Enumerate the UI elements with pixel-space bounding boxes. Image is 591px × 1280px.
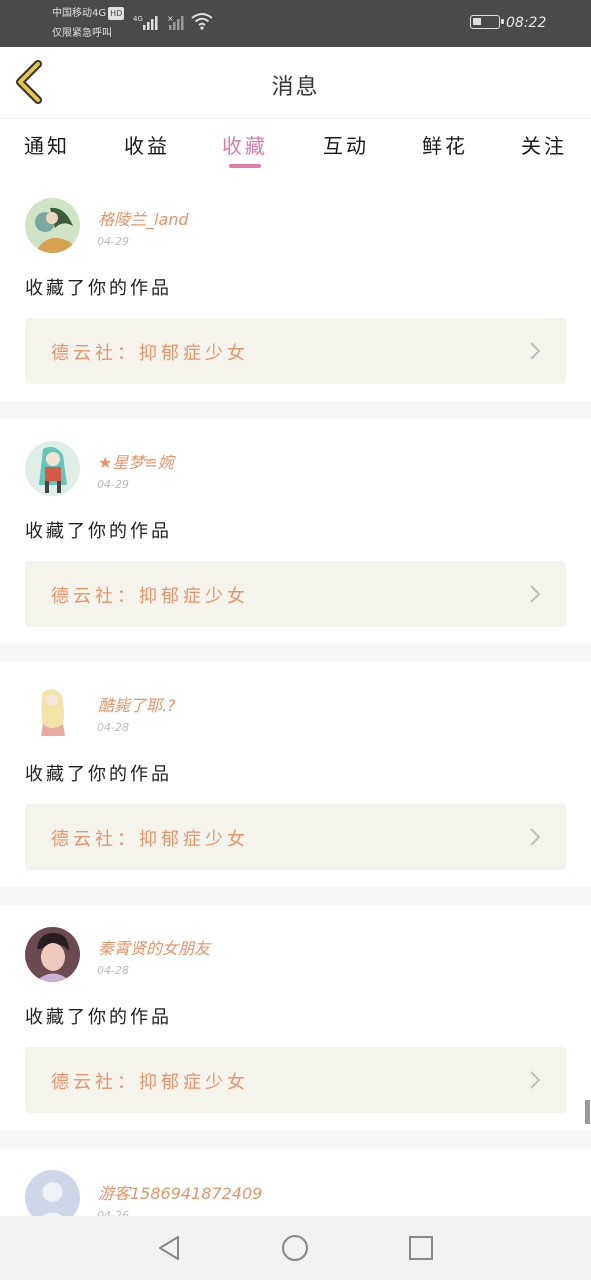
hd-badge: HD (108, 7, 125, 20)
chevron-right-icon (528, 826, 542, 852)
active-tab-indicator (229, 164, 261, 168)
battery-icon (470, 15, 504, 29)
tab-favorites[interactable]: 收藏 (222, 130, 268, 159)
network-type: 4G (133, 15, 143, 23)
scrollbar[interactable] (585, 1100, 590, 1124)
work-link[interactable]: 德云社：抑郁症少女 (25, 1047, 566, 1113)
action-text: 收藏了你的作品 (25, 521, 172, 542)
nav-home-icon[interactable] (281, 1234, 309, 1266)
work-title: 德云社：抑郁症少女 (51, 829, 249, 850)
username[interactable]: ★星梦≌婉 (98, 449, 174, 473)
action-text: 收藏了你的作品 (25, 278, 172, 299)
work-link[interactable]: 德云社：抑郁症少女 (25, 561, 566, 627)
divider (0, 644, 591, 662)
carrier-text: 中国移动4G HD (52, 7, 125, 20)
chevron-right-icon (528, 340, 542, 366)
avatar[interactable] (25, 927, 80, 982)
divider (0, 401, 591, 419)
timestamp: 04-29 (97, 478, 129, 491)
list-item: 酷毙了耶.? 04-28 收藏了你的作品 德云社：抑郁症少女 (0, 662, 591, 887)
tab-flowers[interactable]: 鲜花 (422, 130, 468, 159)
signal-icon: 4G × (133, 12, 185, 36)
tab-follows[interactable]: 关注 (521, 130, 567, 159)
divider (0, 1130, 591, 1148)
avatar[interactable] (25, 684, 80, 739)
page-title: 消息 (271, 75, 320, 100)
nav-back-icon[interactable] (156, 1234, 182, 1266)
username[interactable]: 格陵兰_land (98, 206, 189, 230)
work-title: 德云社：抑郁症少女 (51, 343, 249, 364)
work-link[interactable]: 德云社：抑郁症少女 (25, 804, 566, 870)
chevron-right-icon (528, 583, 542, 609)
timestamp: 04-28 (97, 964, 129, 977)
avatar[interactable] (25, 441, 80, 496)
username[interactable]: 酷毙了耶.? (98, 692, 176, 716)
carrier-label: 中国移动4G (52, 8, 107, 19)
timestamp: 04-29 (97, 235, 129, 248)
clock: 08:22 (506, 15, 547, 31)
username[interactable]: 秦霄贤的女朋友 (98, 935, 210, 959)
system-nav-bar (0, 1216, 591, 1280)
chevron-right-icon (528, 1069, 542, 1095)
work-link[interactable]: 德云社：抑郁症少女 (25, 318, 566, 384)
timestamp: 04-28 (97, 721, 129, 734)
tab-interactions[interactable]: 互动 (323, 130, 369, 159)
username[interactable]: 游客1586941872409 (98, 1180, 262, 1204)
status-bar: 中国移动4G HD 仅限紧急呼叫 4G × 08:22 (0, 0, 591, 47)
action-text: 收藏了你的作品 (25, 764, 172, 785)
work-title: 德云社：抑郁症少女 (51, 586, 249, 607)
list-item: ★星梦≌婉 04-29 收藏了你的作品 德云社：抑郁症少女 (0, 419, 591, 644)
svg-text:×: × (167, 14, 174, 23)
list-item: 秦霄贤的女朋友 04-28 收藏了你的作品 德云社：抑郁症少女 (0, 905, 591, 1130)
list-item: 格陵兰_land 04-29 收藏了你的作品 德云社：抑郁症少女 (0, 176, 591, 401)
tab-bar: 通知 收益 收藏 互动 鲜花 关注 (0, 120, 591, 176)
divider (0, 887, 591, 905)
tab-earnings[interactable]: 收益 (124, 130, 170, 159)
notification-list: 格陵兰_land 04-29 收藏了你的作品 德云社：抑郁症少女 ★星梦≌婉 0… (0, 176, 591, 1268)
work-title: 德云社：抑郁症少女 (51, 1072, 249, 1093)
wifi-icon (191, 12, 213, 34)
app-header: 消息 (0, 47, 591, 119)
emergency-text: 仅限紧急呼叫 (52, 28, 112, 39)
nav-recents-icon[interactable] (408, 1234, 434, 1266)
avatar[interactable] (25, 198, 80, 253)
tab-notifications[interactable]: 通知 (24, 130, 70, 159)
action-text: 收藏了你的作品 (25, 1007, 172, 1028)
